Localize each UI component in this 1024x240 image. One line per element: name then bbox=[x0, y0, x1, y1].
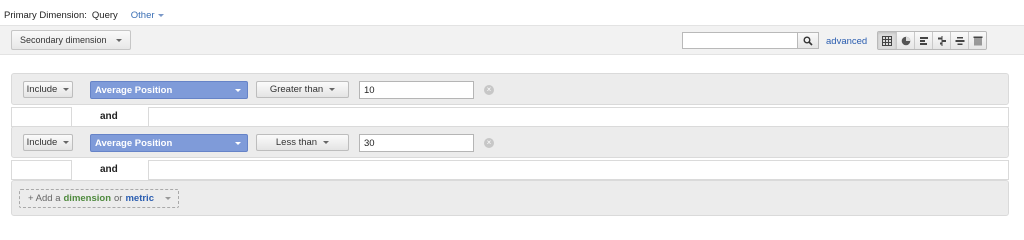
filter-value-input[interactable] bbox=[359, 134, 474, 152]
and-label: and bbox=[100, 164, 118, 175]
add-prefix: + Add a bbox=[28, 193, 61, 204]
filter-condition-row: Include Average Position Less than × bbox=[11, 126, 1009, 158]
and-right-cell bbox=[148, 107, 1009, 127]
add-condition-row: + Add a dimension or metric bbox=[11, 180, 1009, 216]
chevron-down-icon bbox=[323, 141, 330, 144]
comparison-dropdown[interactable]: Less than bbox=[256, 134, 349, 151]
metric-label: Average Position bbox=[95, 84, 173, 96]
and-left-cell bbox=[11, 160, 72, 180]
comparison-label: Less than bbox=[275, 137, 318, 148]
primary-dimension-other-dropdown[interactable]: Other bbox=[131, 10, 164, 21]
chevron-down-icon bbox=[235, 141, 241, 145]
and-left-cell bbox=[11, 107, 72, 127]
remove-condition-icon[interactable]: × bbox=[484, 138, 494, 148]
table-search-input[interactable] bbox=[682, 32, 798, 49]
include-dropdown[interactable]: Include bbox=[23, 81, 73, 98]
pie-view-icon[interactable] bbox=[896, 32, 914, 49]
view-switcher bbox=[877, 31, 987, 50]
primary-dimension-query[interactable]: Query bbox=[92, 10, 118, 29]
advanced-filter-link[interactable]: advanced bbox=[826, 36, 867, 47]
add-or-text: or bbox=[114, 193, 123, 204]
remove-condition-icon[interactable]: × bbox=[484, 85, 494, 95]
chevron-down-icon bbox=[115, 38, 122, 42]
comparison-label: Greater than bbox=[269, 84, 324, 95]
secondary-dimension-label: Secondary dimension bbox=[20, 35, 107, 45]
chevron-down-icon bbox=[157, 13, 164, 17]
other-label: Other bbox=[130, 9, 155, 21]
chevron-down-icon bbox=[63, 141, 70, 144]
add-dimension-or-metric-button[interactable]: + Add a dimension or metric bbox=[19, 189, 179, 208]
metric-dropdown[interactable]: Average Position bbox=[90, 134, 248, 152]
performance-view-icon[interactable] bbox=[914, 32, 932, 49]
search-button[interactable] bbox=[798, 32, 819, 49]
metric-label: Average Position bbox=[95, 137, 173, 149]
primary-dimension-bar: Primary Dimension: Query Other bbox=[4, 9, 164, 29]
add-dimension-text: dimension bbox=[63, 193, 112, 204]
filter-condition-row: Include Average Position Greater than × bbox=[11, 73, 1009, 105]
include-dropdown[interactable]: Include bbox=[23, 134, 73, 151]
table-view-icon[interactable] bbox=[878, 32, 896, 49]
chevron-down-icon bbox=[235, 88, 241, 92]
chevron-down-icon bbox=[329, 88, 336, 91]
include-label: Include bbox=[26, 137, 58, 148]
table-toolbar: Secondary dimension advanced bbox=[0, 25, 1024, 55]
secondary-dimension-button[interactable]: Secondary dimension bbox=[11, 30, 131, 50]
comparison-view-icon[interactable] bbox=[932, 32, 950, 49]
term-cloud-view-icon[interactable] bbox=[950, 32, 968, 49]
comparison-dropdown[interactable]: Greater than bbox=[256, 81, 349, 98]
primary-dimension-label: Primary Dimension: bbox=[4, 9, 87, 21]
chevron-down-icon bbox=[63, 88, 70, 91]
filter-value-input[interactable] bbox=[359, 81, 474, 99]
pivot-view-icon[interactable] bbox=[968, 32, 986, 49]
metric-dropdown[interactable]: Average Position bbox=[90, 81, 248, 99]
add-metric-text: metric bbox=[125, 193, 154, 204]
search-icon bbox=[803, 36, 813, 46]
and-right-cell bbox=[148, 160, 1009, 180]
and-label: and bbox=[100, 111, 118, 122]
and-separator-row: and bbox=[11, 160, 1009, 180]
include-label: Include bbox=[26, 84, 58, 95]
and-separator-row: and bbox=[11, 107, 1009, 127]
chevron-down-icon bbox=[164, 197, 171, 200]
